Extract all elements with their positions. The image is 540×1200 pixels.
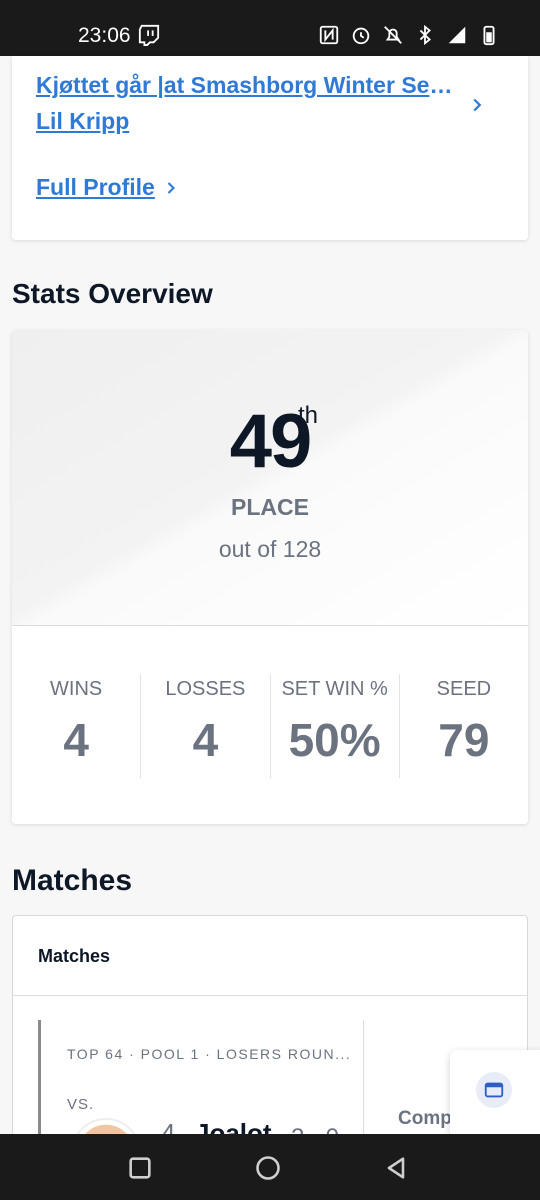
- back-icon[interactable]: [382, 1154, 410, 1182]
- stat-value: 4: [63, 714, 89, 766]
- chevron-right-icon[interactable]: [466, 94, 488, 116]
- event-link[interactable]: Kjøttet går |at Smashborg Winter Sea...: [36, 72, 456, 99]
- full-profile-label[interactable]: Full Profile: [36, 174, 155, 201]
- status-bar: 23:06: [0, 0, 540, 56]
- chevron-right-icon: [167, 181, 175, 194]
- profile-card: Kjøttet går |at Smashborg Winter Sea... …: [12, 56, 528, 240]
- stats-overview-title: Stats Overview: [12, 278, 213, 309]
- match-vs: VS.: [67, 1096, 95, 1113]
- match-status: Compl: [398, 1108, 458, 1129]
- status-time: 23:06: [78, 24, 131, 47]
- place-suffix: th: [298, 402, 319, 429]
- stat-value: 4: [192, 714, 219, 766]
- recents-icon[interactable]: [126, 1154, 154, 1182]
- twitch-icon: [138, 24, 160, 46]
- mute-icon: [384, 26, 402, 44]
- stat-label: WINS: [50, 678, 103, 700]
- floating-panel: [450, 1050, 540, 1140]
- matches-header-label: Matches: [38, 946, 111, 966]
- stat-seed: SEED 79: [400, 674, 528, 778]
- window-icon: [484, 1082, 504, 1098]
- matches-title: Matches: [12, 864, 133, 897]
- stat-label: LOSSES: [165, 678, 246, 700]
- battery-icon: [483, 25, 495, 46]
- stat-wins: WINS 4: [12, 674, 142, 778]
- stat-value: 79: [438, 714, 490, 766]
- stat-losses: LOSSES 4: [141, 674, 271, 778]
- place-total: out of 128: [218, 536, 322, 562]
- window-button[interactable]: [476, 1072, 512, 1108]
- match-item[interactable]: TOP 64 · POOL 1 · LOSERS ROUN... VS. 4 J…: [38, 1020, 364, 1188]
- home-icon[interactable]: [254, 1154, 282, 1182]
- match-round: TOP 64 · POOL 1 · LOSERS ROUN...: [67, 1046, 352, 1062]
- alarm-icon: [352, 27, 370, 45]
- stat-label: SET WIN %: [281, 678, 388, 700]
- place-label: PLACE: [231, 494, 309, 520]
- bluetooth-icon: [419, 24, 431, 46]
- signal-5g-icon: [448, 26, 466, 44]
- stat-set-win-percent: SET WIN % 50%: [271, 674, 400, 778]
- stats-card: 49 th PLACE out of 128 WINS 4 LOSSES 4 S…: [12, 330, 528, 824]
- status-icons: [318, 24, 500, 46]
- matches-header: Matches: [13, 916, 527, 996]
- stat-columns: WINS 4 LOSSES 4 SET WIN % 50% SEED 79: [12, 674, 528, 778]
- nfc-icon: [319, 25, 339, 45]
- place-number-wrap: 49: [12, 398, 528, 485]
- navigation-bar: [0, 1134, 540, 1200]
- place-area: 49 th PLACE out of 128: [12, 330, 528, 626]
- full-profile-link[interactable]: Full Profile: [36, 174, 181, 201]
- player-link[interactable]: Lil Kripp: [36, 108, 129, 135]
- stat-label: SEED: [436, 678, 492, 700]
- stat-value: 50%: [288, 714, 381, 766]
